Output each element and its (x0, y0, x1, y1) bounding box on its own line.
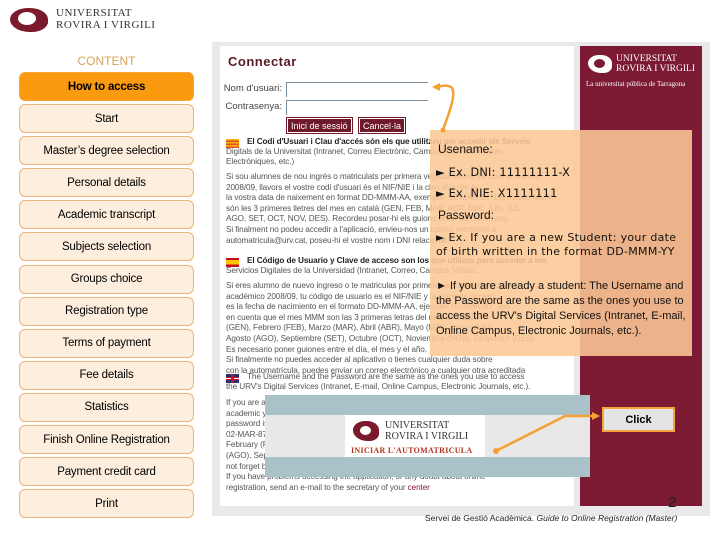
connect-title: Connectar (228, 54, 297, 69)
logo-line-1: UNIVERSITAT (56, 7, 133, 19)
start-automatricula-link[interactable]: INICIAR L'AUTOMATRICULA (351, 446, 473, 455)
footer-caption: Servei de Gestió Acadèmica. Guide to Onl… (425, 513, 677, 523)
password-input[interactable] (286, 100, 428, 115)
brand-logo: UNIVERSITAT ROVIRA I VIRGILI (588, 54, 695, 74)
nav-item-personal-details[interactable]: Personal details (19, 168, 194, 198)
text-line: Si finalmente no puedes acceder al aplic… (226, 355, 493, 365)
password-label: Contrasenya: (225, 101, 282, 112)
english-heading: The Username and the Password are the sa… (247, 372, 525, 381)
logo-line-2: ROVIRA I VIRGILI (56, 19, 156, 31)
nav-item-masters-degree-selection[interactable]: Master’s degree selection (19, 136, 194, 166)
nav-item-finish-online-registration[interactable]: Finish Online Registration (19, 425, 194, 455)
brand-name: UNIVERSITAT ROVIRA I VIRGILI (616, 54, 695, 74)
popup-line-1: UNIVERSITAT (385, 420, 450, 431)
urv-logo-icon (588, 55, 612, 73)
username-input[interactable] (286, 82, 428, 97)
brand-line-2: ROVIRA I VIRGILI (616, 64, 695, 74)
nav-item-terms-of-payment[interactable]: Terms of payment (19, 328, 194, 358)
credentials-tooltip: Usename: ► Ex. DNI: 11111111-X ► Ex. NIE… (430, 130, 692, 356)
popup-university-name: UNIVERSITAT ROVIRA I VIRGILI (385, 420, 468, 442)
nav-item-fee-details[interactable]: Fee details (19, 360, 194, 390)
click-callout: Click (602, 407, 675, 432)
nav-item-registration-type[interactable]: Registration type (19, 296, 194, 326)
tooltip-existing-student: ► If you are already a student: The User… (436, 280, 686, 337)
login-button[interactable]: Inici de sessió (286, 117, 353, 134)
nav-item-start[interactable]: Start (19, 104, 194, 134)
university-logo: UNIVERSITAT ROVIRA I VIRGILI (8, 4, 158, 34)
logo-text: UNIVERSITAT ROVIRA I VIRGILI (56, 7, 155, 31)
english-heading-2: the URV's Digital Services (Intranet, E-… (226, 382, 531, 391)
popup-line-2: ROVIRA I VIRGILI (385, 431, 469, 442)
footer-guide-title: Guide to Online Registration (Master) (536, 513, 678, 523)
urv-logo-icon (353, 421, 379, 441)
brand-line-1: UNIVERSITAT (616, 54, 677, 64)
nav-item-subjects-selection[interactable]: Subjects selection (19, 232, 194, 262)
brand-tagline: La universitat pública de Tarragona (586, 80, 686, 88)
popup-logo-box: UNIVERSITAT ROVIRA I VIRGILI INICIAR L'A… (345, 415, 485, 457)
nav-item-print[interactable]: Print (19, 489, 194, 519)
footer-department: Servei de Gestió Acadèmica. (425, 513, 537, 523)
nav-item-academic-transcript[interactable]: Academic transcript (19, 200, 194, 230)
nav-item-how-to-access[interactable]: How to access (19, 72, 194, 101)
tooltip-dni-example: ► Ex. DNI: 11111111-X (436, 166, 571, 179)
tooltip-password-label: Password: (438, 208, 495, 222)
nav-item-groups-choice[interactable]: Groups choice (19, 264, 194, 294)
content-nav: How to access Start Master’s degree sele… (19, 72, 194, 521)
sidebar-title: CONTENT (77, 54, 136, 68)
center-link[interactable]: center (408, 483, 430, 492)
nav-item-statistics[interactable]: Statistics (19, 392, 194, 422)
urv-logo-icon (8, 5, 50, 33)
automatricula-popup: UNIVERSITAT ROVIRA I VIRGILI INICIAR L'A… (265, 395, 590, 477)
username-label: Nom d'usuari: (223, 83, 282, 94)
text-line: registration, send an e-mail to the secr… (226, 482, 430, 492)
tooltip-nie-example: ► Ex. NIE: X1111111 (436, 187, 558, 200)
page-number: 2 (668, 494, 677, 511)
popup-body: UNIVERSITAT ROVIRA I VIRGILI INICIAR L'A… (265, 415, 590, 457)
cancel-button[interactable]: Cancel·la (357, 117, 407, 134)
tooltip-new-student: ► Ex. If you are a new Student: your dat… (436, 231, 677, 258)
tooltip-username-label: Usename: (438, 142, 493, 156)
nav-item-payment-credit-card[interactable]: Payment credit card (19, 457, 194, 487)
